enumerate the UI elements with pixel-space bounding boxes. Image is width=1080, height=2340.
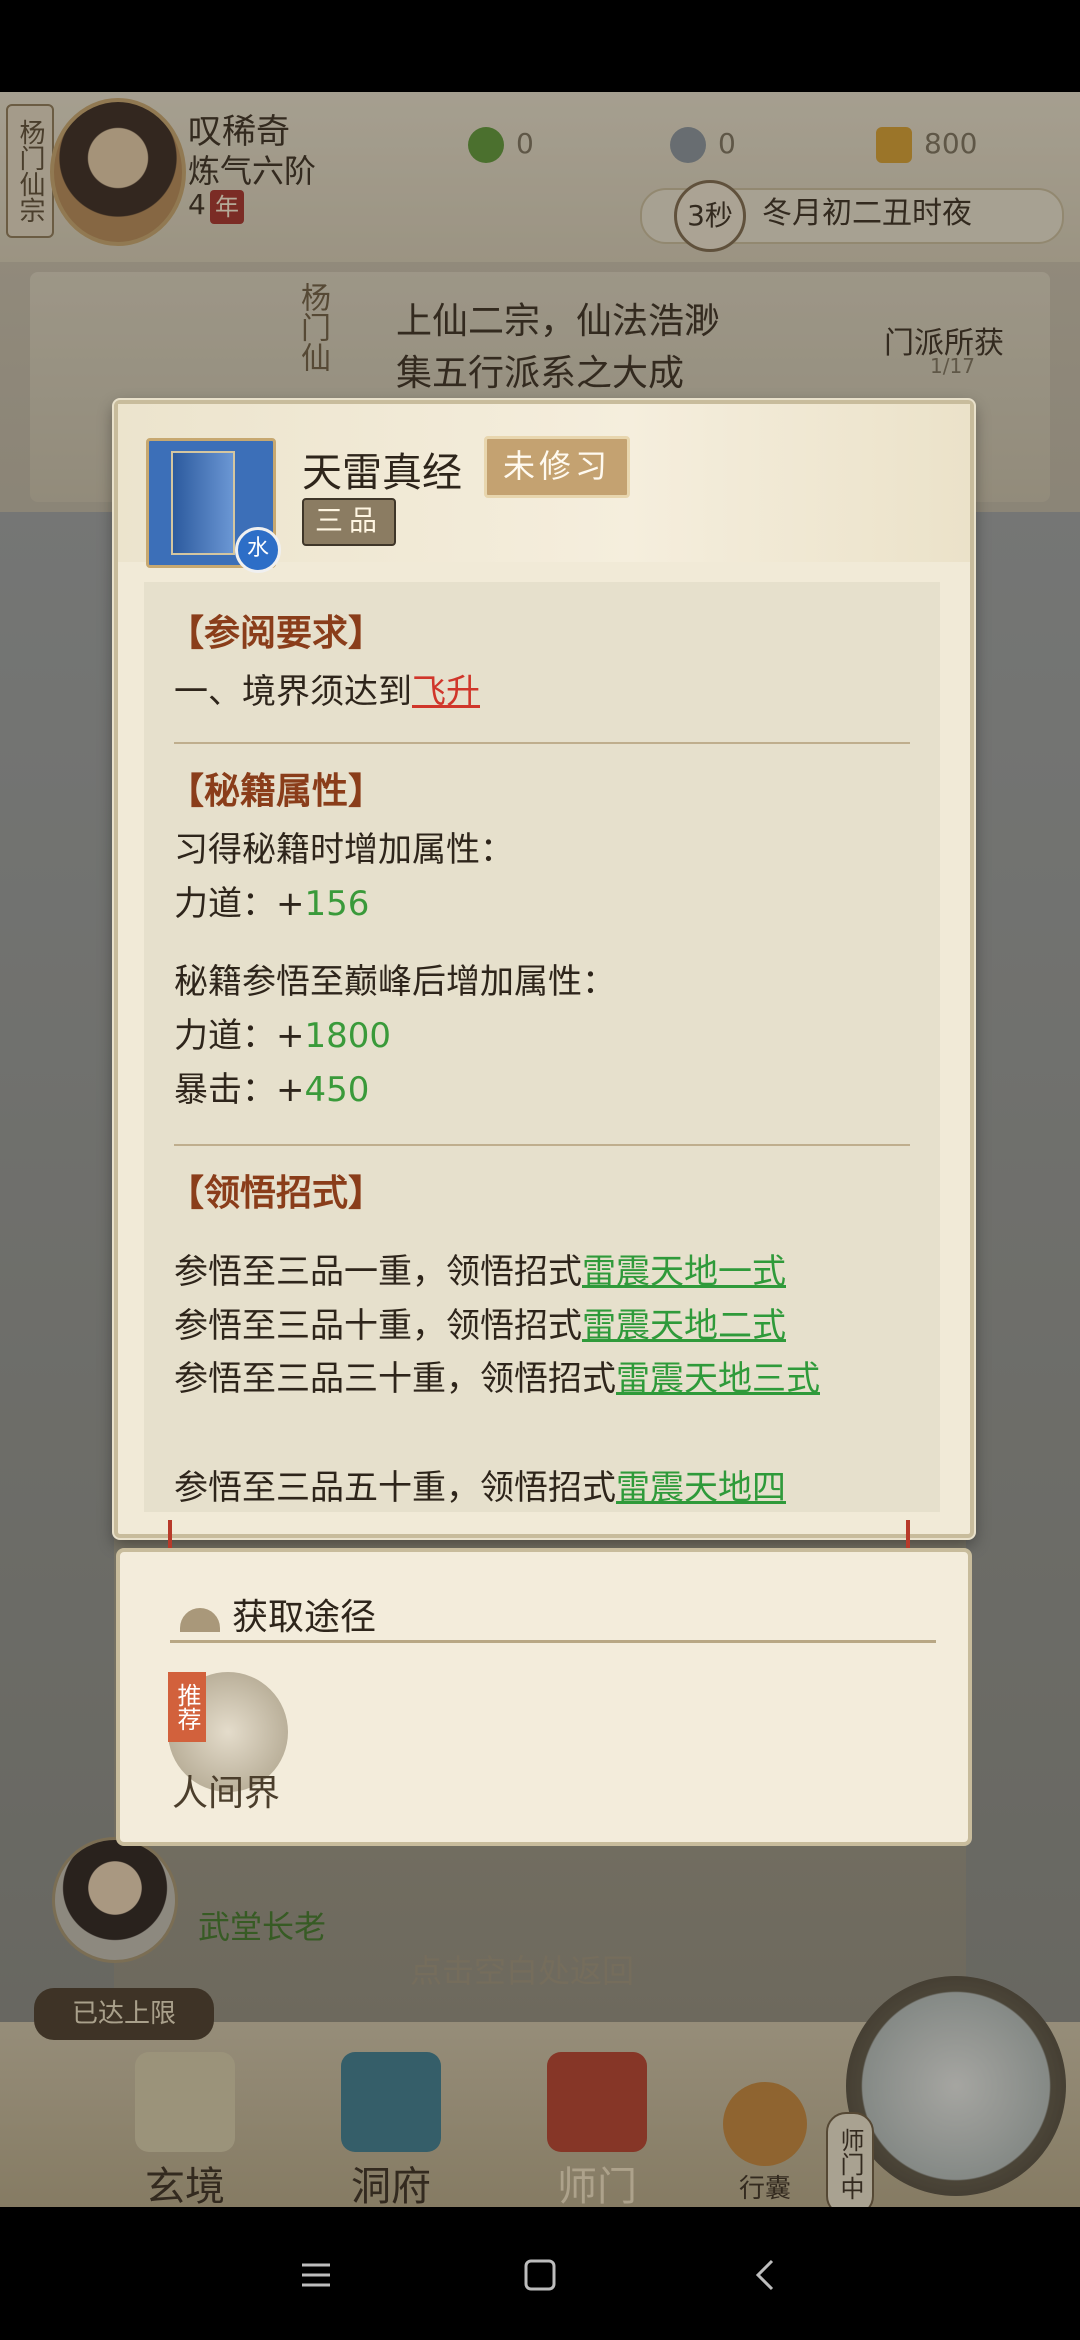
skill-link[interactable]: 雷震天地三式 bbox=[616, 1359, 820, 1399]
attr-peak-1-value: 1800 bbox=[304, 1016, 392, 1056]
acquire-title: 获取途径 bbox=[232, 1597, 377, 1638]
attr-peak-2-value: 450 bbox=[304, 1070, 370, 1110]
skill-line: 参悟至三品五十重，领悟招式雷震天地四 bbox=[174, 1460, 786, 1509]
divider bbox=[174, 742, 910, 744]
skill-text: 参悟至三品一重，领悟招式 bbox=[174, 1252, 582, 1292]
attr-learn-value: 156 bbox=[304, 884, 370, 924]
divider bbox=[170, 1640, 936, 1643]
recommend-badge: 推荐 bbox=[168, 1672, 206, 1742]
requirement-title: 【参阅要求】 bbox=[168, 612, 385, 654]
manual-detail-dialog: 水 天雷真经 未修习 三品 【参阅要求】 一、境界须达到飞升 【秘籍属性】 习得… bbox=[114, 400, 974, 1538]
dialog-header: 水 天雷真经 未修习 三品 bbox=[118, 404, 970, 573]
skill-text: 参悟至三品五十重，领悟招式 bbox=[174, 1468, 616, 1508]
attribute-title: 【秘籍属性】 bbox=[168, 770, 385, 812]
home-icon[interactable] bbox=[520, 2255, 560, 2295]
attr-peak-1-name: 力道：+ bbox=[174, 1016, 305, 1056]
attr-learn-text: 习得秘籍时增加属性： bbox=[174, 830, 514, 870]
divider bbox=[174, 1144, 910, 1146]
skill-line: 参悟至三品三十重，领悟招式雷震天地三式 bbox=[174, 1352, 894, 1406]
back-icon[interactable] bbox=[746, 2255, 786, 2295]
learn-status-tag: 未修习 bbox=[484, 436, 630, 498]
skill-link[interactable]: 雷震天地一式 bbox=[582, 1252, 786, 1292]
status-bar bbox=[0, 0, 1080, 92]
hat-icon bbox=[180, 1608, 220, 1632]
attr-peak-line-2: 暴击：+450 bbox=[174, 1062, 369, 1111]
skill-link[interactable]: 雷震天地二式 bbox=[582, 1306, 786, 1346]
attr-learn-line: 力道：+156 bbox=[174, 876, 369, 925]
realm-link[interactable]: 飞升 bbox=[412, 672, 480, 712]
skill-line: 参悟至三品十重，领悟招式雷震天地二式 bbox=[174, 1298, 786, 1347]
requirement-text: 一、境界须达到 bbox=[174, 672, 412, 712]
skill-text: 参悟至三品十重，领悟招式 bbox=[174, 1306, 582, 1346]
grade-tag: 三品 bbox=[302, 498, 396, 546]
acquire-panel: 获取途径 推荐 人间界 bbox=[116, 1548, 972, 1846]
requirement-line: 一、境界须达到飞升 bbox=[174, 664, 480, 713]
skill-text: 参悟至三品三十重，领悟招式 bbox=[174, 1359, 616, 1399]
dialog-body[interactable]: 【参阅要求】 一、境界须达到飞升 【秘籍属性】 习得秘籍时增加属性： 力道：+1… bbox=[144, 582, 940, 1512]
attr-learn-name: 力道：+ bbox=[174, 884, 305, 924]
element-badge: 水 bbox=[235, 527, 281, 573]
manual-title: 天雷真经 bbox=[302, 450, 462, 496]
attr-peak-2-name: 暴击：+ bbox=[174, 1070, 305, 1110]
skill-title: 【领悟招式】 bbox=[168, 1172, 385, 1214]
menu-icon[interactable] bbox=[296, 2255, 336, 2295]
book-icon: 水 bbox=[146, 438, 281, 573]
attr-peak-text: 秘籍参悟至巅峰后增加属性： bbox=[174, 962, 616, 1002]
skill-line: 参悟至三品一重，领悟招式雷震天地一式 bbox=[174, 1244, 786, 1293]
skill-link[interactable]: 雷震天地四 bbox=[616, 1468, 786, 1508]
acquire-way-label[interactable]: 人间界 bbox=[172, 1764, 280, 1816]
attr-peak-line-1: 力道：+1800 bbox=[174, 1008, 391, 1057]
